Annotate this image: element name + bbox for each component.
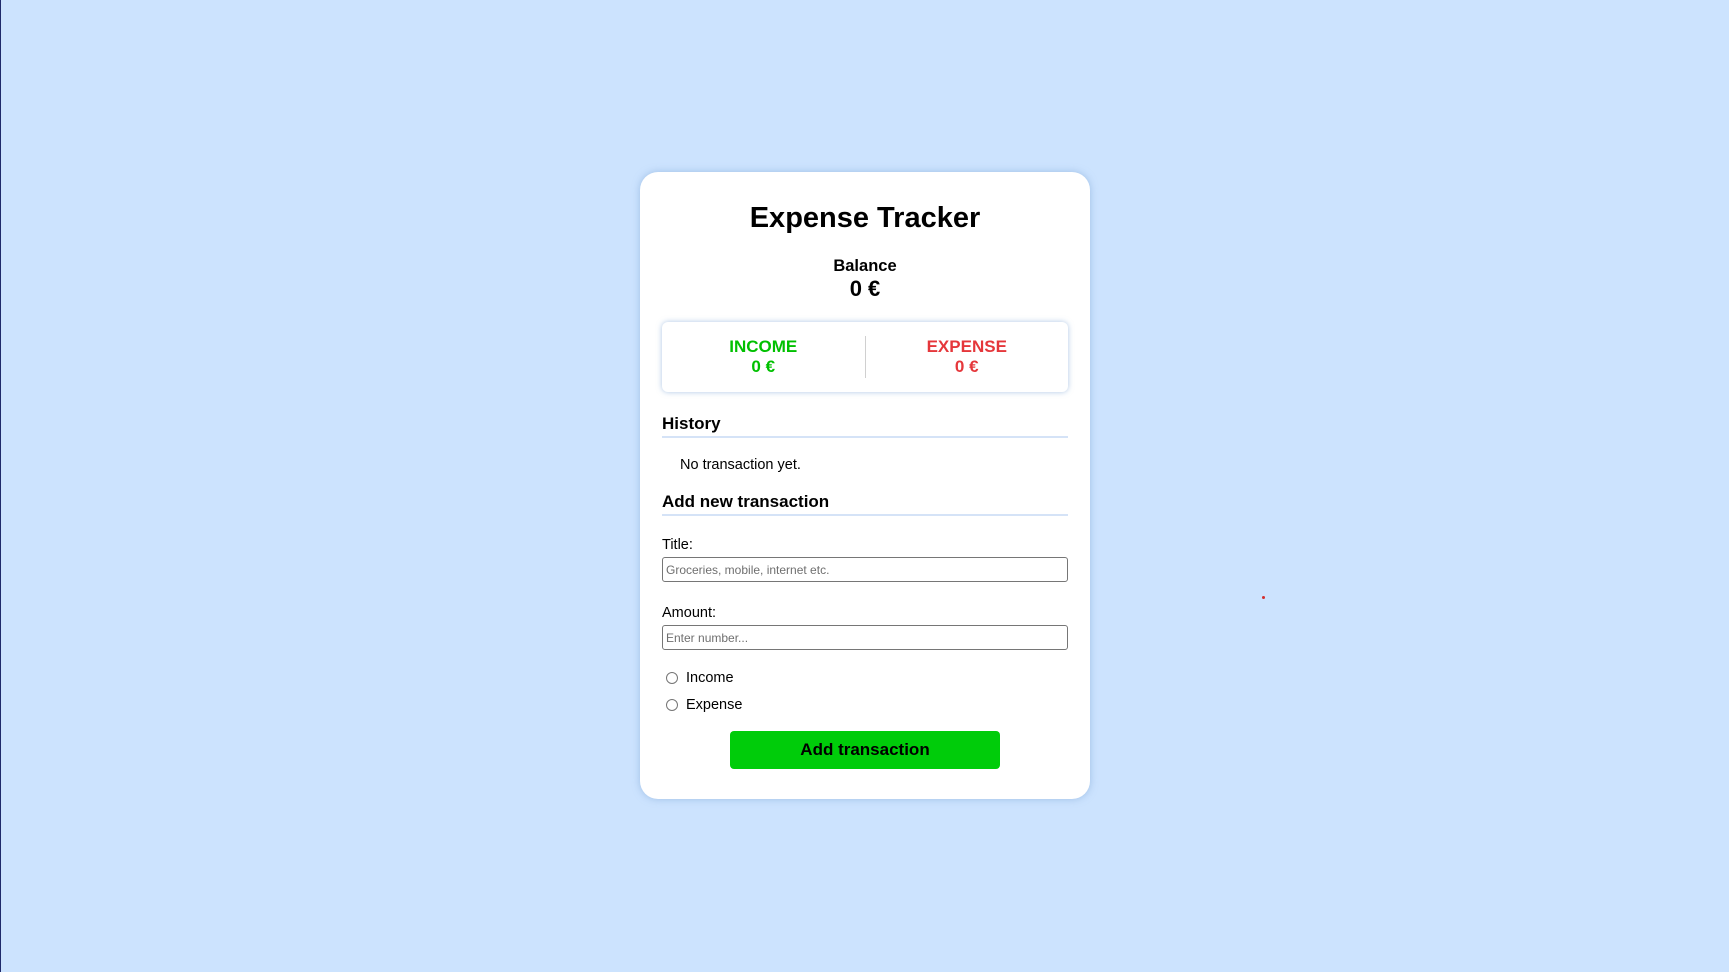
amount-input[interactable] <box>662 625 1068 650</box>
income-radio-label: Income <box>686 670 734 686</box>
add-transaction-heading: Add new transaction <box>662 492 1068 516</box>
page-title: Expense Tracker <box>749 202 981 234</box>
history-empty-message: No transaction yet. <box>680 457 801 473</box>
title-input[interactable] <box>662 557 1068 582</box>
history-heading: History <box>662 414 1068 438</box>
expense-radio-option[interactable]: Expense <box>662 695 1068 715</box>
expense-summary: EXPENSE 0 € <box>866 337 1069 377</box>
expense-label: EXPENSE <box>926 337 1007 356</box>
expense-value: 0 € <box>954 357 979 376</box>
title-field-label: Title: <box>662 537 693 553</box>
cursor-dot <box>1262 596 1265 599</box>
income-label: INCOME <box>729 337 798 356</box>
amount-field-label: Amount: <box>662 605 716 621</box>
income-value: 0 € <box>751 357 776 376</box>
transaction-type-group: Income Expense <box>662 668 1068 715</box>
balance-label: Balance <box>833 257 897 275</box>
balance-value: 0 € <box>849 276 881 301</box>
add-transaction-button[interactable]: Add transaction <box>730 731 1000 769</box>
expense-radio[interactable] <box>666 699 678 711</box>
income-expense-summary: INCOME 0 € EXPENSE 0 € <box>662 322 1068 392</box>
expense-tracker-card: Expense Tracker Balance 0 € INCOME 0 € E… <box>640 172 1090 799</box>
window-left-edge <box>0 0 1 972</box>
income-summary: INCOME 0 € <box>662 337 865 377</box>
income-radio[interactable] <box>666 672 678 684</box>
income-radio-option[interactable]: Income <box>662 668 1068 688</box>
expense-radio-label: Expense <box>686 697 743 713</box>
